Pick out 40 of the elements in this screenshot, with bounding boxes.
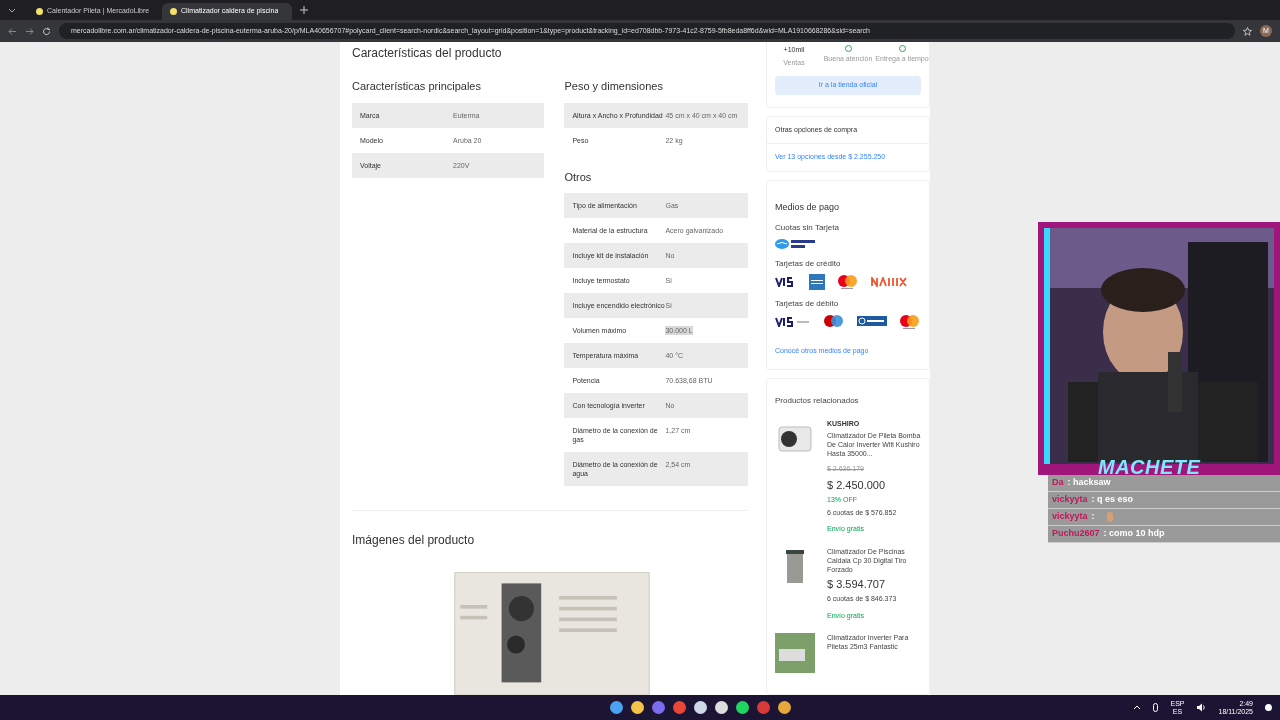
plus-icon[interactable] [300, 6, 308, 14]
chat-text: : hacksaw [1067, 476, 1111, 490]
product-price: $ 3.594.707 [827, 576, 887, 592]
group-title: Peso y dimensiones [564, 79, 664, 94]
card-logo-icon [857, 316, 887, 328]
product-price: $ 2.450.000 [827, 477, 887, 493]
chat-text: : como 10 hdp [1103, 527, 1165, 541]
card-logo-icon [775, 317, 811, 327]
group-title: Otros [564, 169, 593, 185]
chat-text: : q es eso [1091, 493, 1134, 507]
card-logo-icon [899, 314, 921, 330]
forward-icon[interactable] [25, 26, 34, 36]
card-logo-icon [837, 274, 859, 290]
card-title: Medios de pago [775, 200, 841, 214]
section-title: Imágenes del producto [352, 532, 476, 549]
payment-group-title: Tarjetas de débito [775, 298, 840, 310]
payment-group-title: Cuotas sin Tarjeta [775, 222, 840, 234]
chat-username: vickyyta [1052, 510, 1088, 524]
payment-logo-icon [775, 238, 817, 250]
star-icon[interactable] [1243, 26, 1252, 36]
speaker-icon[interactable] [1196, 703, 1207, 712]
payment-group-title: Tarjetas de crédito [775, 258, 842, 270]
card-title: Productos relacionados [775, 394, 860, 407]
card-logo-icon [823, 314, 845, 330]
reload-icon[interactable] [42, 26, 51, 36]
favicon-icon [36, 8, 43, 15]
card-logo-icon [809, 274, 825, 290]
chat-text: : [1091, 510, 1095, 524]
emote-icon [1106, 512, 1113, 522]
back-icon[interactable] [8, 26, 17, 36]
chevron-down-icon[interactable] [8, 6, 16, 14]
card-logo-icon [871, 277, 907, 287]
chat-username: vickyyta [1052, 493, 1088, 507]
chat-username: Da [1052, 476, 1064, 490]
group-title: Características principales [352, 79, 482, 94]
notification-icon[interactable] [1265, 704, 1272, 711]
chat-username: Puchu2607 [1052, 527, 1100, 541]
section-title: Características del producto [352, 45, 503, 62]
chevron-up-icon[interactable] [1133, 703, 1142, 712]
favicon-icon [170, 8, 177, 15]
